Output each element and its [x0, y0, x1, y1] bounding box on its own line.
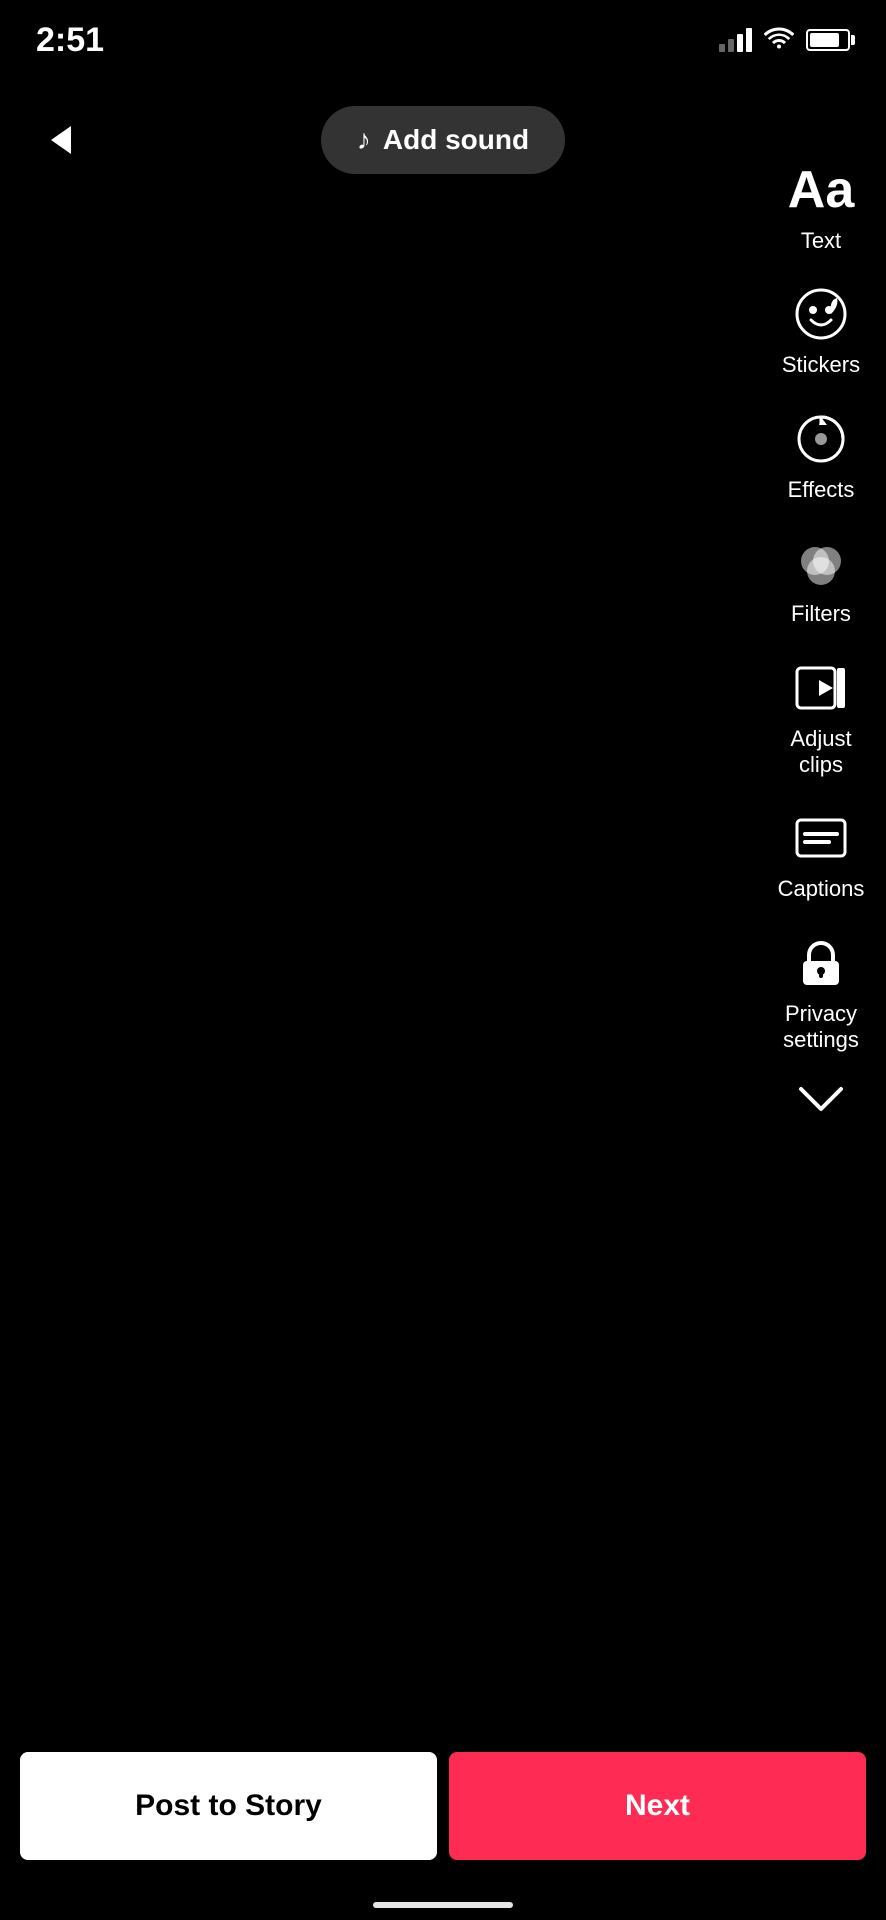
battery-icon — [806, 29, 850, 51]
effects-label: Effects — [788, 477, 855, 503]
header: ♪ Add sound — [0, 90, 886, 190]
back-button[interactable] — [36, 115, 86, 165]
text-icon: Aa — [791, 160, 851, 220]
back-chevron-icon — [51, 126, 71, 154]
toolbar-item-text[interactable]: Aa Text — [776, 160, 866, 254]
add-sound-label: Add sound — [383, 124, 529, 156]
toolbar-item-effects[interactable]: Effects — [776, 409, 866, 503]
add-sound-button[interactable]: ♪ Add sound — [321, 106, 565, 174]
captions-icon — [791, 808, 851, 868]
post-to-story-button[interactable]: Post to Story — [20, 1752, 437, 1860]
chevron-down-icon — [796, 1084, 846, 1114]
privacy-settings-icon — [791, 933, 851, 993]
stickers-icon — [791, 284, 851, 344]
adjust-clips-icon — [791, 658, 851, 718]
adjust-clips-label: Adjust clips — [776, 726, 866, 779]
toolbar-item-stickers[interactable]: Stickers — [776, 284, 866, 378]
bottom-buttons: Post to Story Next — [0, 1752, 886, 1860]
right-toolbar: Aa Text Stickers Effects — [776, 160, 866, 1114]
stickers-label: Stickers — [782, 352, 860, 378]
toolbar-item-captions[interactable]: Captions — [776, 808, 866, 902]
wifi-icon — [764, 25, 794, 56]
signal-icon — [719, 28, 752, 52]
status-bar: 2:51 — [0, 0, 886, 80]
status-icons — [719, 25, 850, 56]
effects-icon — [791, 409, 851, 469]
filters-label: Filters — [791, 601, 851, 627]
filters-icon — [791, 533, 851, 593]
home-indicator — [373, 1902, 513, 1908]
music-note-icon: ♪ — [357, 124, 371, 156]
toolbar-item-filters[interactable]: Filters — [776, 533, 866, 627]
captions-label: Captions — [778, 876, 865, 902]
toolbar-item-privacy-settings[interactable]: Privacy settings — [776, 933, 866, 1054]
text-label: Text — [801, 228, 841, 254]
next-button[interactable]: Next — [449, 1752, 866, 1860]
privacy-settings-label: Privacy settings — [776, 1001, 866, 1054]
toolbar-item-adjust-clips[interactable]: Adjust clips — [776, 658, 866, 779]
status-time: 2:51 — [36, 21, 104, 60]
chevron-down-button[interactable] — [776, 1084, 866, 1114]
